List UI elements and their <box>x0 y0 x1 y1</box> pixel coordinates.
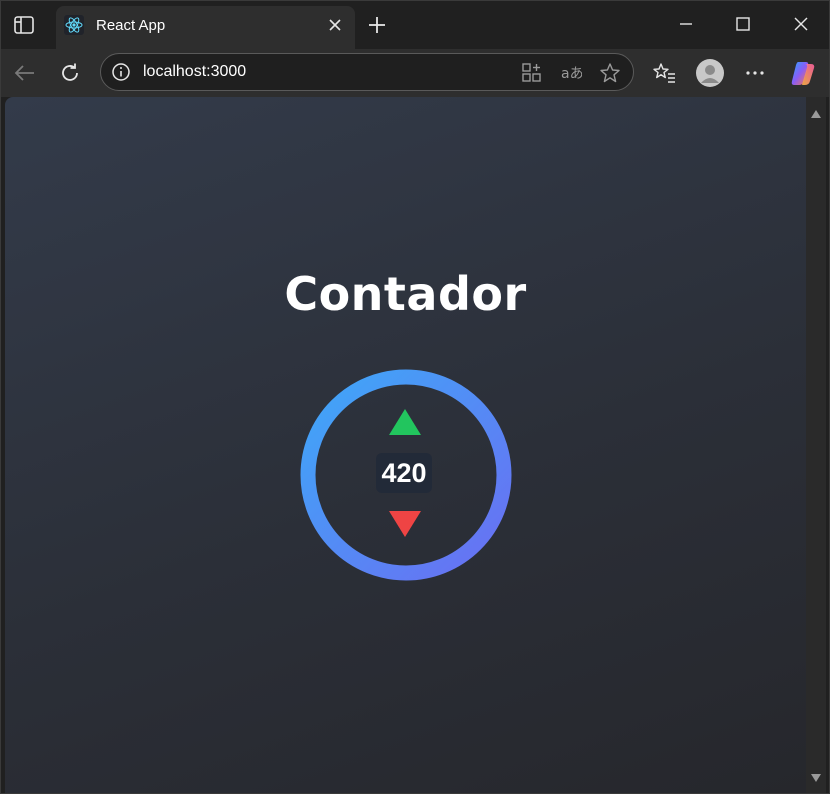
back-arrow-icon[interactable] <box>13 61 37 85</box>
refresh-icon[interactable] <box>58 61 82 85</box>
more-dots-icon[interactable] <box>743 61 767 85</box>
url-text[interactable]: localhost:3000 <box>143 63 246 81</box>
apps-add-icon[interactable] <box>521 62 543 84</box>
browser-window: React App localhost:3000 aあ Contador 420 <box>0 0 830 794</box>
translate-icon[interactable]: aあ <box>560 62 582 84</box>
plus-icon[interactable] <box>367 15 387 35</box>
increment-button[interactable] <box>387 407 423 437</box>
react-logo-icon <box>64 15 84 35</box>
counter-widget: 420 <box>300 369 512 581</box>
page-viewport: Contador 420 <box>5 97 806 793</box>
close-tab-icon[interactable] <box>328 18 342 32</box>
info-icon[interactable] <box>111 62 131 82</box>
browser-toolbar: localhost:3000 aあ <box>1 49 829 97</box>
close-window-icon[interactable] <box>792 15 810 33</box>
svg-text:aあ: aあ <box>561 66 582 82</box>
scroll-up-icon[interactable] <box>810 109 822 119</box>
decrement-button[interactable] <box>387 509 423 539</box>
scroll-down-icon[interactable] <box>810 773 822 783</box>
maximize-icon[interactable] <box>734 15 752 33</box>
minimize-icon[interactable] <box>677 15 695 33</box>
vertical-scrollbar[interactable] <box>806 97 826 793</box>
browser-tab[interactable]: React App <box>56 6 355 49</box>
title-bar: React App <box>1 1 829 49</box>
counter-value: 420 <box>376 453 432 493</box>
page-title: Contador <box>284 267 527 321</box>
address-bar[interactable]: localhost:3000 aあ <box>100 53 634 91</box>
tab-title: React App <box>96 17 166 34</box>
star-icon[interactable] <box>599 62 621 84</box>
favorites-list-icon[interactable] <box>653 61 677 85</box>
copilot-icon[interactable] <box>789 59 817 87</box>
profile-avatar-icon[interactable] <box>696 59 724 87</box>
tab-actions-icon[interactable] <box>13 15 35 35</box>
